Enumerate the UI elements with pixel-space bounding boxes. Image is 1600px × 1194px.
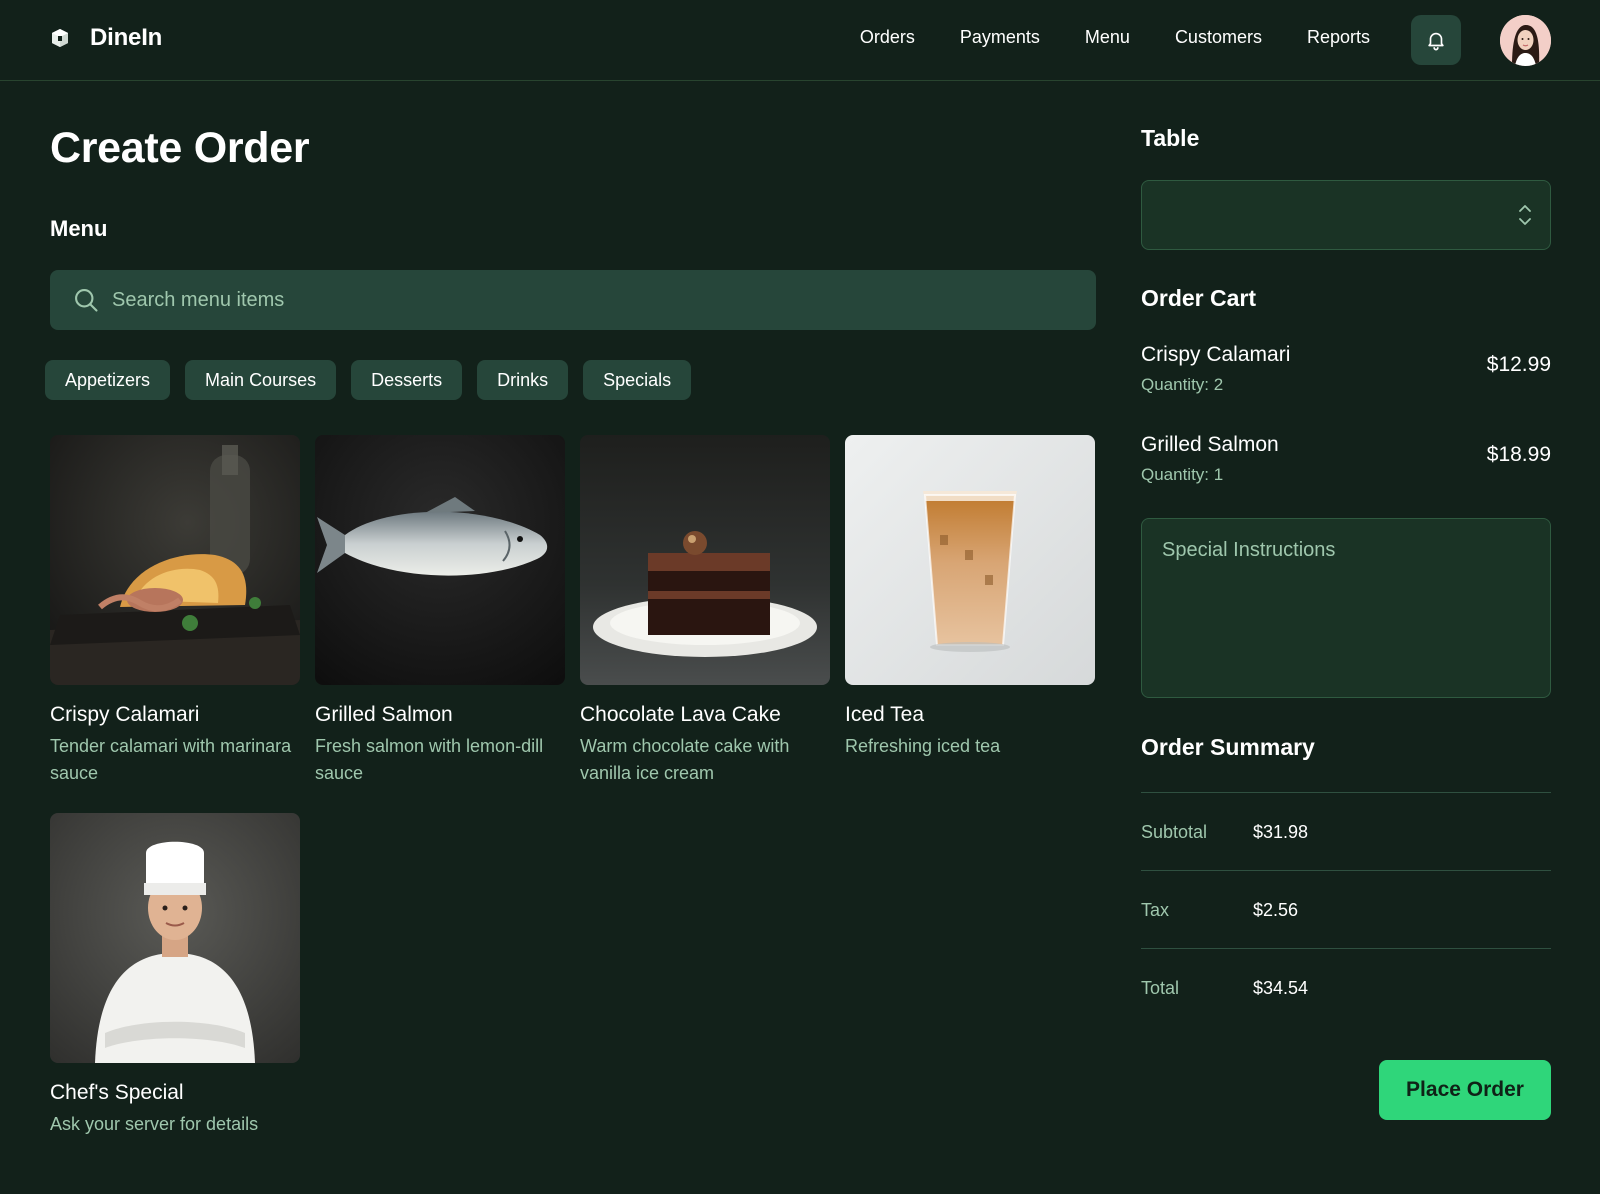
cart-item: Crispy Calamari Quantity: 2 $12.99 [1141, 343, 1551, 395]
place-order-button[interactable]: Place Order [1379, 1060, 1551, 1120]
menu-item-card[interactable]: Chef's Special Ask your server for detai… [50, 813, 300, 1138]
iced-tea-photo [845, 435, 1095, 685]
avatar-portrait-icon [1500, 15, 1551, 66]
nav-customers[interactable]: Customers [1175, 27, 1262, 48]
category-specials[interactable]: Specials [583, 360, 692, 400]
summary-divider [1141, 948, 1551, 949]
cart-item: Grilled Salmon Quantity: 1 $18.99 [1141, 433, 1551, 485]
menu-item-card[interactable]: Crispy Calamari Tender calamari with mar… [50, 435, 300, 787]
table-select[interactable] [1141, 180, 1551, 250]
chocolate-cake-photo [580, 435, 830, 685]
item-name: Crispy Calamari [50, 703, 200, 726]
summary-divider [1141, 792, 1551, 793]
order-summary-heading: Order Summary [1141, 734, 1315, 760]
category-filters: Appetizers Main Courses Desserts Drinks … [45, 360, 692, 400]
item-description: Ask your server for details [50, 1114, 259, 1134]
notifications-button[interactable] [1411, 15, 1461, 65]
brand[interactable]: DineIn [50, 24, 162, 52]
menu-heading: Menu [50, 216, 108, 241]
salmon-photo [315, 435, 565, 685]
summary-label: Tax [1141, 900, 1170, 920]
summary-label: Total [1141, 978, 1180, 998]
table-heading: Table [1141, 125, 1200, 151]
nav-menu[interactable]: Menu [1085, 27, 1130, 48]
menu-item-card[interactable]: Grilled Salmon Fresh salmon with lemon-d… [315, 435, 565, 787]
item-name: Grilled Salmon [315, 703, 453, 726]
cart-item-quantity: Quantity: 2 [1141, 375, 1224, 394]
menu-item-card[interactable]: Chocolate Lava Cake Warm chocolate cake … [580, 435, 830, 787]
main-nav: Orders Payments Menu Customers Reports [860, 27, 1370, 48]
summary-value: $2.56 [1253, 900, 1299, 920]
page-title: Create Order [50, 124, 310, 172]
chef-photo [50, 813, 300, 1063]
nav-payments[interactable]: Payments [960, 27, 1040, 48]
top-navbar: DineIn Orders Payments Menu Customers Re… [0, 0, 1600, 81]
category-main-courses[interactable]: Main Courses [185, 360, 337, 400]
order-cart-heading: Order Cart [1141, 285, 1257, 311]
item-description: Warm chocolate cake with vanilla ice cre… [580, 736, 790, 783]
item-name: Chocolate Lava Cake [580, 703, 781, 726]
search-icon [75, 289, 98, 312]
category-drinks[interactable]: Drinks [477, 360, 569, 400]
item-description: Fresh salmon with lemon-dill sauce [315, 736, 544, 783]
summary-value: $31.98 [1253, 822, 1309, 842]
summary-value: $34.54 [1253, 978, 1309, 998]
user-avatar[interactable] [1500, 15, 1551, 66]
app-name: DineIn [90, 24, 163, 51]
cart-item-price: $18.99 [1486, 443, 1551, 466]
cart-item-quantity: Quantity: 1 [1141, 465, 1224, 484]
select-arrows-icon [1519, 205, 1531, 225]
calamari-photo [50, 435, 300, 685]
item-description: Tender calamari with marinara sauce [50, 736, 292, 783]
item-name: Chef's Special [50, 1081, 184, 1104]
nav-reports[interactable]: Reports [1307, 27, 1370, 48]
summary-label: Subtotal [1141, 822, 1208, 842]
item-name: Iced Tea [845, 703, 925, 726]
cube-logo-icon [52, 29, 68, 47]
summary-divider [1141, 870, 1551, 871]
menu-item-card[interactable]: Iced Tea Refreshing iced tea [845, 435, 1095, 760]
special-instructions-field[interactable] [1141, 518, 1551, 698]
item-description: Refreshing iced tea [845, 736, 1001, 756]
search-input[interactable] [112, 288, 1012, 312]
search-bar[interactable] [50, 270, 1096, 330]
bell-icon [1428, 32, 1444, 51]
nav-orders[interactable]: Orders [860, 27, 915, 48]
category-desserts[interactable]: Desserts [351, 360, 463, 400]
category-appetizers[interactable]: Appetizers [45, 360, 171, 400]
cart-item-price: $12.99 [1486, 353, 1551, 376]
